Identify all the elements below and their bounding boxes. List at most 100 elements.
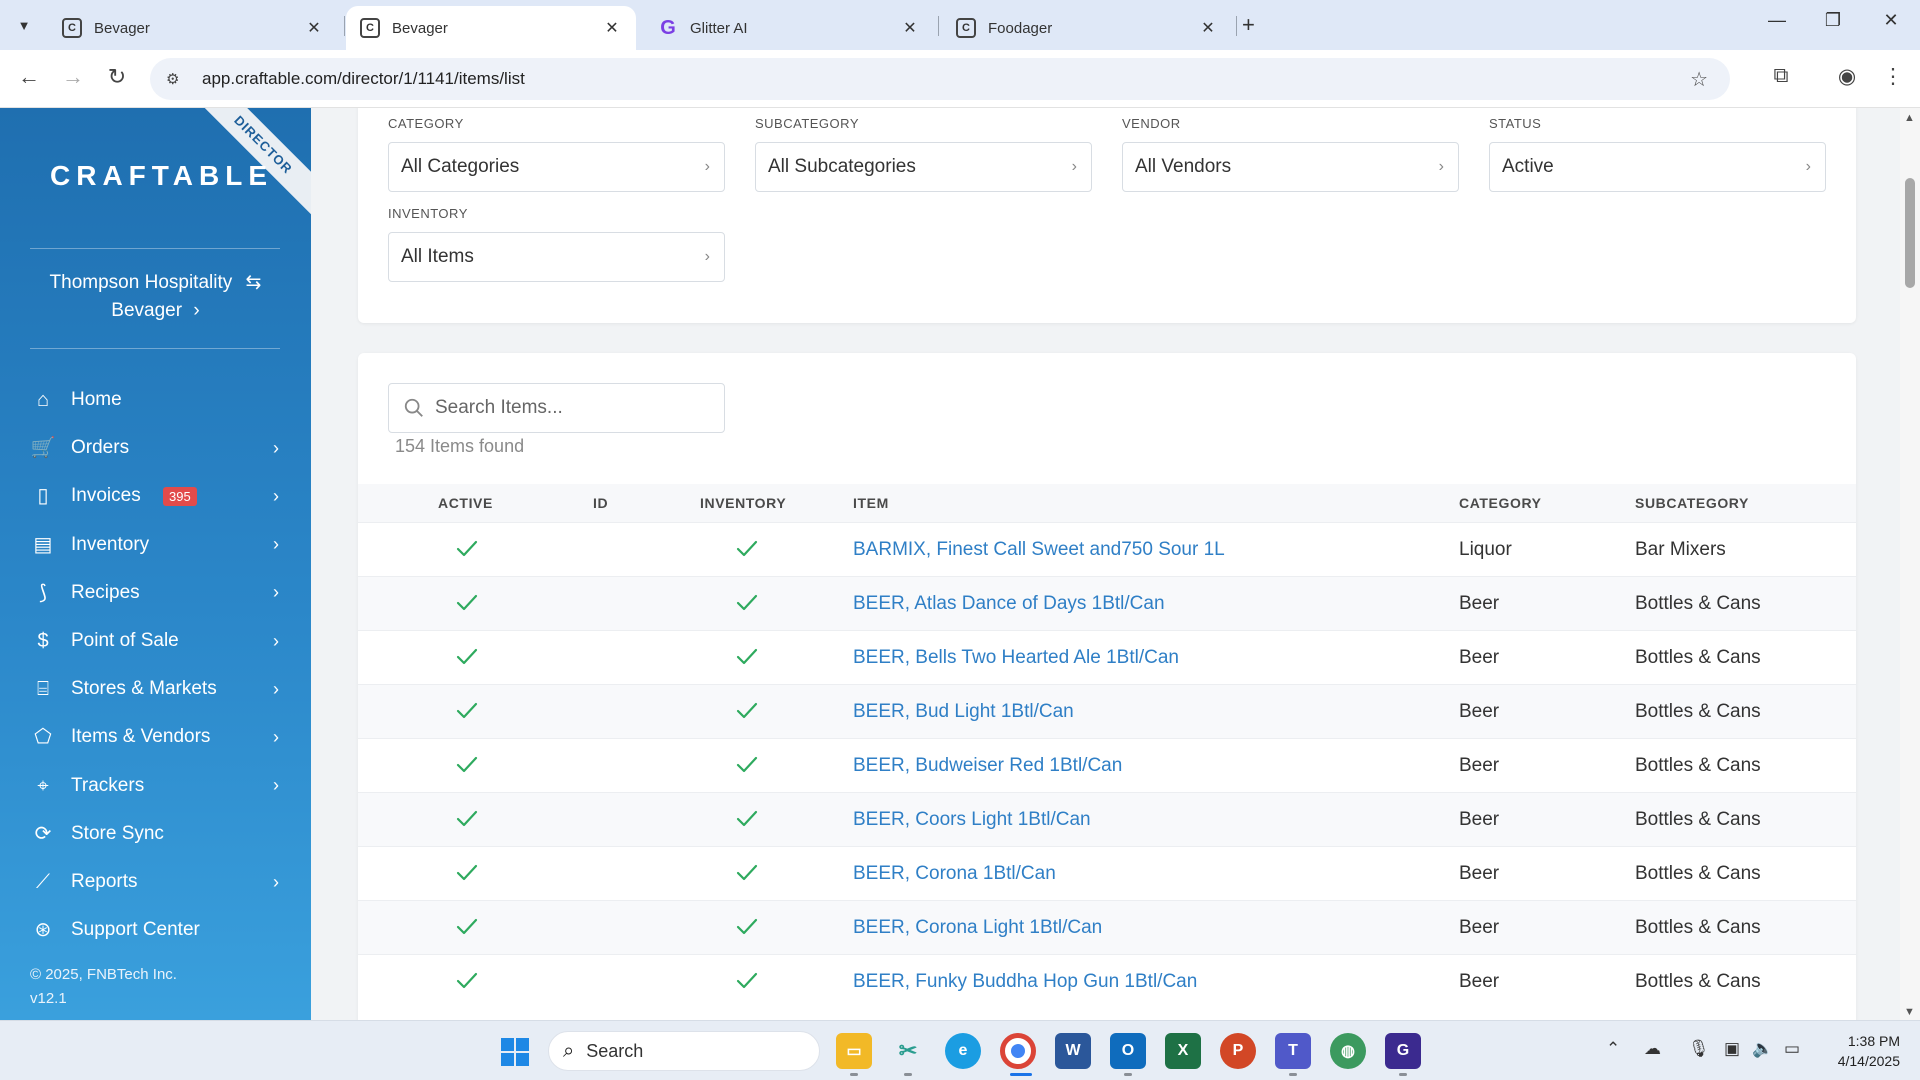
volume-icon[interactable]: 🔈 <box>1752 1039 1773 1059</box>
inventory-filter-select[interactable]: All Items › <box>388 232 725 282</box>
browser-tab-1[interactable]: C Bevager ✕ <box>48 6 338 50</box>
battery-icon[interactable]: ▭ <box>1784 1039 1800 1059</box>
item-name-link[interactable]: BEER, Coors Light 1Btl/Can <box>853 809 1091 831</box>
tray-overflow-chevron-icon[interactable]: ⌃ <box>1606 1039 1620 1059</box>
org-switcher[interactable]: Thompson Hospitality ⇆ <box>0 271 311 294</box>
table-row[interactable]: BEER, Corona 1Btl/Can Beer Bottles & Cans <box>358 846 1856 900</box>
sidebar-item-orders[interactable]: 🛒 Orders › <box>0 428 311 468</box>
sidebar-item-invoices[interactable]: ▯ Invoices 395 › <box>0 476 311 516</box>
active-check-icon <box>455 700 479 722</box>
restore-icon[interactable]: ❐ <box>1818 10 1848 31</box>
windows-start-icon[interactable] <box>500 1037 530 1067</box>
browser-tab-4[interactable]: C Foodager ✕ <box>942 6 1232 50</box>
glitter-app-icon[interactable]: G <box>1385 1033 1421 1069</box>
active-check-icon <box>455 646 479 668</box>
address-bar[interactable]: ⚙ app.craftable.com/director/1/1141/item… <box>150 58 1730 100</box>
item-name-link[interactable]: BEER, Corona Light 1Btl/Can <box>853 917 1102 939</box>
sidebar-item-stores-markets[interactable]: ⌸ Stores & Markets › <box>0 669 311 709</box>
col-header-item[interactable]: ITEM <box>853 495 889 511</box>
org-unit-selector[interactable]: Bevager › <box>0 300 311 322</box>
tab-search-button[interactable]: ▼ <box>9 10 39 40</box>
craftable-logo[interactable]: CRAFTABLE <box>50 160 273 192</box>
table-row[interactable]: BEER, Corona Light 1Btl/Can Beer Bottles &… <box>358 900 1856 954</box>
table-row[interactable]: BEER, Atlas Dance of Days 1Btl/Can Beer Bo… <box>358 576 1856 630</box>
globe-app-icon[interactable]: ◍ <box>1330 1033 1366 1069</box>
outlook-icon[interactable]: O <box>1110 1033 1146 1069</box>
switch-arrows-icon[interactable]: ⇆ <box>246 272 262 293</box>
minimize-icon[interactable]: — <box>1762 10 1792 31</box>
table-row[interactable]: BEER, Funky Buddha Hop Gun 1Btl/Can Beer B… <box>358 954 1856 1008</box>
vendor-filter-select[interactable]: All Vendors › <box>1122 142 1459 192</box>
table-row[interactable]: BARMIX, Finest Call Sweet and750 Sour 1L… <box>358 522 1856 576</box>
browser-menu-icon[interactable]: ⋮ <box>1878 64 1908 89</box>
new-tab-plus-icon[interactable]: + <box>1242 12 1255 38</box>
close-icon[interactable]: ✕ <box>1198 18 1218 38</box>
item-search-input[interactable] <box>435 397 715 419</box>
taskbar-search-box[interactable]: ⌕ Search <box>548 1031 820 1071</box>
sidebar-item-recipes[interactable]: ⟆ Recipes › <box>0 573 311 613</box>
sidebar-item-inventory[interactable]: ▤ Inventory › <box>0 525 311 565</box>
close-icon[interactable]: ✕ <box>900 18 920 38</box>
system-clock[interactable]: 1:38 PM 4/14/2025 <box>1820 1031 1900 1071</box>
url-text[interactable]: app.craftable.com/director/1/1141/items/… <box>202 69 525 89</box>
file-explorer-icon[interactable]: ▭ <box>836 1033 872 1069</box>
item-name-link[interactable]: BARMIX, Finest Call Sweet and750 Sour 1L <box>853 539 1225 561</box>
browser-tab-3[interactable]: G Glitter AI ✕ <box>644 6 934 50</box>
table-row[interactable]: BEER, Coors Light 1Btl/Can Beer Bottles & … <box>358 792 1856 846</box>
close-icon[interactable]: ✕ <box>602 18 622 38</box>
sidebar-item-home[interactable]: ⌂ Home <box>0 380 311 420</box>
sidebar-item-support-center[interactable]: ⊛ Support Center <box>0 910 311 950</box>
cart-icon: 🛒 <box>30 437 56 460</box>
powerpoint-icon[interactable]: P <box>1220 1033 1256 1069</box>
chrome-browser-icon[interactable] <box>1000 1033 1036 1069</box>
close-icon[interactable]: ✕ <box>304 18 324 38</box>
window-close-icon[interactable]: ✕ <box>1876 10 1906 31</box>
category-filter-value: All Categories <box>401 156 520 177</box>
item-name-link[interactable]: BEER, Bells Two Hearted Ale 1Btl/Can <box>853 647 1179 669</box>
table-row[interactable]: BEER, Bud Light 1Btl/Can Beer Bottles & Ca… <box>358 684 1856 738</box>
sidebar-item-label: Point of Sale <box>71 630 179 651</box>
scroll-down-arrow-icon[interactable]: ▼ <box>1904 1006 1915 1018</box>
sidebar-item-store-sync[interactable]: ⟳ Store Sync <box>0 814 311 854</box>
item-name-link[interactable]: BEER, Bud Light 1Btl/Can <box>853 701 1074 723</box>
item-name-link[interactable]: BEER, Funky Buddha Hop Gun 1Btl/Can <box>853 971 1197 993</box>
item-search-field[interactable] <box>388 383 725 433</box>
site-info-icon[interactable]: ⚙ <box>166 70 190 88</box>
onedrive-cloud-icon[interactable]: ☁ <box>1644 1039 1661 1059</box>
excel-icon[interactable]: X <box>1165 1033 1201 1069</box>
col-header-id[interactable]: ID <box>593 495 608 511</box>
col-header-active[interactable]: ACTIVE <box>438 495 493 511</box>
category-filter-select[interactable]: All Categories › <box>388 142 725 192</box>
scroll-up-arrow-icon[interactable]: ▲ <box>1904 112 1915 124</box>
forward-arrow-icon[interactable]: → <box>58 64 88 90</box>
bookmark-star-icon[interactable]: ☆ <box>1690 67 1708 92</box>
teams-icon[interactable]: T <box>1275 1033 1311 1069</box>
subcategory-filter-select[interactable]: All Subcategories › <box>755 142 1092 192</box>
scrollbar-thumb[interactable] <box>1905 178 1915 288</box>
item-name-link[interactable]: BEER, Corona 1Btl/Can <box>853 863 1056 885</box>
sidebar-item-trackers[interactable]: ⌖ Trackers › <box>0 766 311 806</box>
snipping-tool-icon[interactable]: ✂ <box>890 1033 926 1069</box>
table-row[interactable]: BEER, Bells Two Hearted Ale 1Btl/Can Beer… <box>358 630 1856 684</box>
microphone-icon[interactable]: 🎙 <box>1688 1039 1710 1059</box>
status-filter-select[interactable]: Active › <box>1489 142 1826 192</box>
network-icon[interactable]: ▣ <box>1724 1039 1740 1059</box>
item-name-link[interactable]: BEER, Atlas Dance of Days 1Btl/Can <box>853 593 1165 615</box>
table-row[interactable]: BEER, Budweiser Red 1Btl/Can Beer Bottles … <box>358 738 1856 792</box>
col-header-subcategory[interactable]: SUBCATEGORY <box>1635 495 1749 511</box>
browser-tab-2-active[interactable]: C Bevager ✕ <box>346 6 636 50</box>
reload-icon[interactable]: ↻ <box>102 64 132 90</box>
page-scrollbar[interactable]: ▲ ▼ <box>1900 108 1920 1020</box>
tab-title: Bevager <box>94 19 150 37</box>
item-name-link[interactable]: BEER, Budweiser Red 1Btl/Can <box>853 755 1122 777</box>
sidebar-item-reports[interactable]: ⟋ Reports › <box>0 862 311 902</box>
col-header-inventory[interactable]: INVENTORY <box>700 495 786 511</box>
back-arrow-icon[interactable]: ← <box>14 64 44 90</box>
profile-icon[interactable]: ◉ <box>1832 64 1862 89</box>
sidebar-item-point-of-sale[interactable]: $ Point of Sale › <box>0 621 311 661</box>
word-icon[interactable]: W <box>1055 1033 1091 1069</box>
edge-browser-icon[interactable]: e <box>945 1033 981 1069</box>
col-header-category[interactable]: CATEGORY <box>1459 495 1542 511</box>
extensions-puzzle-icon[interactable]: ⧉ <box>1766 64 1796 88</box>
sidebar-item-items-vendors[interactable]: ⬠ Items & Vendors › <box>0 717 311 757</box>
